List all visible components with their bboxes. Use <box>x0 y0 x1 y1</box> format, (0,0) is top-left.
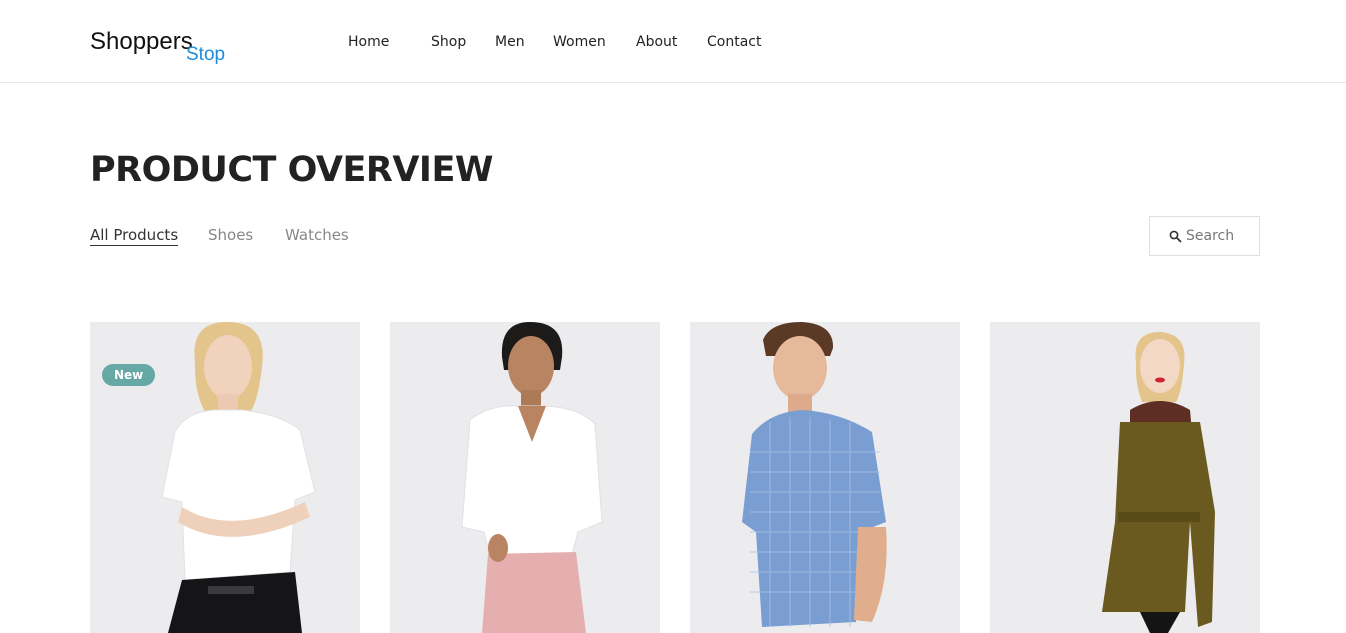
nav-women[interactable]: Women <box>553 34 606 50</box>
filter-watches[interactable]: Watches <box>285 226 349 244</box>
product-image <box>690 322 960 633</box>
new-badge: New <box>102 364 156 386</box>
page-title: PRODUCT OVERVIEW <box>90 150 493 190</box>
filter-all-products[interactable]: All Products <box>90 226 179 246</box>
search-icon <box>1169 230 1182 243</box>
site-header: Shoppers Stop Home Shop Men Women About … <box>0 0 1346 83</box>
filter-shoes[interactable]: Shoes <box>208 226 253 244</box>
search-button[interactable]: Search <box>1149 216 1260 256</box>
product-card[interactable] <box>390 322 660 633</box>
logo-sub-text: Stop <box>186 44 226 65</box>
nav-men[interactable]: Men <box>495 34 525 50</box>
product-image <box>990 322 1260 633</box>
search-label: Search <box>1186 228 1235 244</box>
nav-home[interactable]: Home <box>348 34 389 50</box>
nav-contact[interactable]: Contact <box>707 34 761 50</box>
logo-main-text: Shoppers <box>90 28 193 55</box>
product-card[interactable] <box>990 322 1260 633</box>
product-image <box>390 322 660 633</box>
nav-about[interactable]: About <box>636 34 677 50</box>
nav-shop[interactable]: Shop <box>431 34 466 50</box>
product-card[interactable] <box>690 322 960 633</box>
product-card[interactable]: New <box>90 322 360 633</box>
